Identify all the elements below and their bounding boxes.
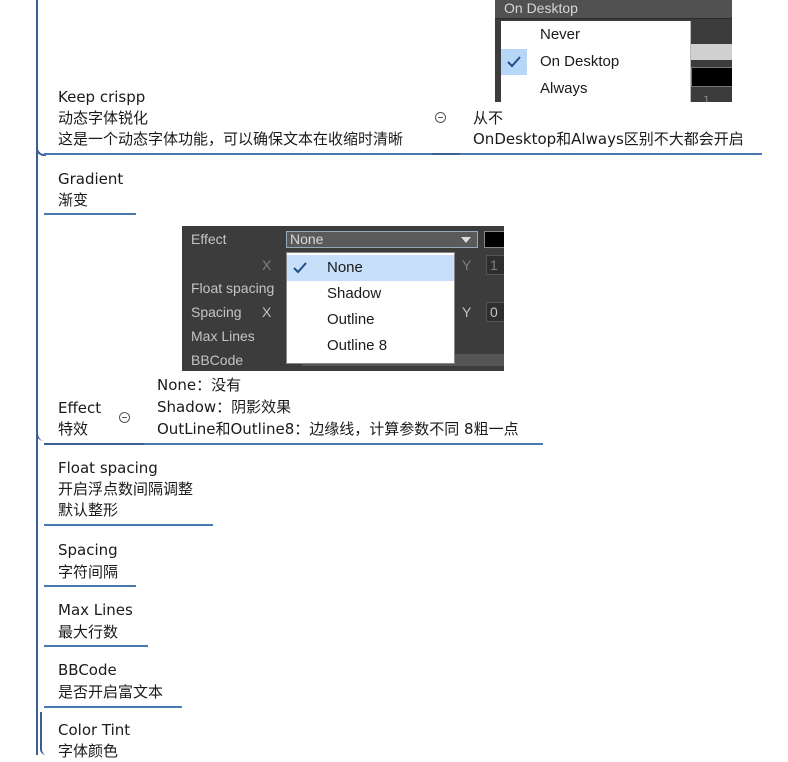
color-tint-title: Color Tint <box>58 721 131 739</box>
branch-color-tint <box>40 712 46 755</box>
effect-underline <box>44 443 114 445</box>
gradient-title: Gradient <box>58 170 124 188</box>
max-lines-desc: 最大行数 <box>58 623 119 641</box>
spacing-label: Spacing <box>191 304 242 320</box>
black-color-field <box>691 67 732 87</box>
keep-crisp-dropdown-field[interactable]: On Desktop <box>495 0 732 19</box>
effect-dropdown-menu: None Shadow Outline Outline 8 <box>286 252 455 364</box>
keep-crisp-connector <box>432 153 460 155</box>
y-value-1: 1 <box>490 257 498 273</box>
x-label-2: X <box>262 304 272 320</box>
menu-option-shadow[interactable]: Shadow <box>287 281 454 307</box>
spacing-underline <box>44 585 136 587</box>
bbcode-desc: 是否开启富文本 <box>58 683 164 701</box>
y-value-2: 0 <box>490 304 498 320</box>
effect-note2: Shadow：阴影效果 <box>157 398 292 416</box>
menu-option-on-desktop[interactable]: On Desktop <box>501 49 690 75</box>
y-label-1: Y <box>462 257 472 273</box>
effect-field-value: None <box>290 231 324 247</box>
gradient-underline <box>44 213 136 215</box>
effect-note1: None：没有 <box>157 376 242 394</box>
gray-bar <box>685 44 732 60</box>
menu-option-none[interactable]: None <box>287 255 454 281</box>
collapse-toggle-icon[interactable] <box>435 112 446 123</box>
float-spacing-label: Float spacing <box>191 280 275 296</box>
menu-option-outline-8[interactable]: Outline 8 <box>287 333 454 359</box>
keep-crisp-note-underline <box>460 153 762 155</box>
branch-keep-crisp <box>36 0 46 156</box>
x-label-1: X <box>262 257 272 273</box>
max-lines-underline <box>44 645 148 647</box>
bbcode-label: BBCode <box>191 352 244 368</box>
keep-crisp-note1: 从不 <box>473 109 504 127</box>
dropdown-caret-icon <box>461 237 471 243</box>
stray-number: 1 <box>703 94 710 102</box>
menu-option-always[interactable]: Always <box>501 76 690 102</box>
effect-dropdown-field[interactable]: None <box>286 231 478 248</box>
max-lines-label: Max Lines <box>191 328 255 344</box>
float-spacing-underline <box>44 524 213 526</box>
spacing-desc: 字符间隔 <box>58 563 119 581</box>
bbcode-title: BBCode <box>58 661 117 679</box>
keep-crisp-underline <box>44 153 432 155</box>
checkmark-icon <box>287 255 313 281</box>
max-lines-title: Max Lines <box>58 601 133 619</box>
effect-note3: OutLine和Outline8：边缘线，计算参数不同 8粗一点 <box>157 420 519 438</box>
gradient-desc: 渐变 <box>58 191 89 209</box>
float-spacing-desc1: 开启浮点数间隔调整 <box>58 480 194 498</box>
keep-crisp-note2: OnDesktop和Always区别不大都会开启 <box>473 130 744 148</box>
y-label-2: Y <box>462 304 472 320</box>
effect-color-swatch[interactable] <box>484 231 504 248</box>
checkmark-icon <box>501 49 527 75</box>
spacing-title: Spacing <box>58 541 118 559</box>
effect-connector <box>114 443 144 445</box>
effect-note-underline <box>144 443 543 445</box>
keep-crisp-field-value: On Desktop <box>504 0 578 16</box>
keep-crisp-desc2: 这是一个动态字体功能，可以确保文本在收缩时清晰 <box>58 130 404 148</box>
keep-crisp-dropdown-menu: Never On Desktop Always <box>501 21 691 102</box>
bbcode-underline <box>44 706 182 708</box>
collapse-toggle-icon[interactable] <box>119 412 130 423</box>
effect-title: Effect <box>58 399 102 417</box>
menu-option-never[interactable]: Never <box>501 22 690 48</box>
menu-option-outline[interactable]: Outline <box>287 307 454 333</box>
branch-effect <box>36 380 46 441</box>
effect-label: Effect <box>191 231 227 247</box>
effect-desc: 特效 <box>58 420 89 438</box>
keep-crisp-desc1: 动态字体锐化 <box>58 109 149 127</box>
float-spacing-desc2: 默认整形 <box>58 501 119 519</box>
color-tint-desc: 字体颜色 <box>58 742 119 760</box>
float-spacing-title: Float spacing <box>58 459 158 477</box>
keep-crisp-title: Keep crispp <box>58 88 146 106</box>
